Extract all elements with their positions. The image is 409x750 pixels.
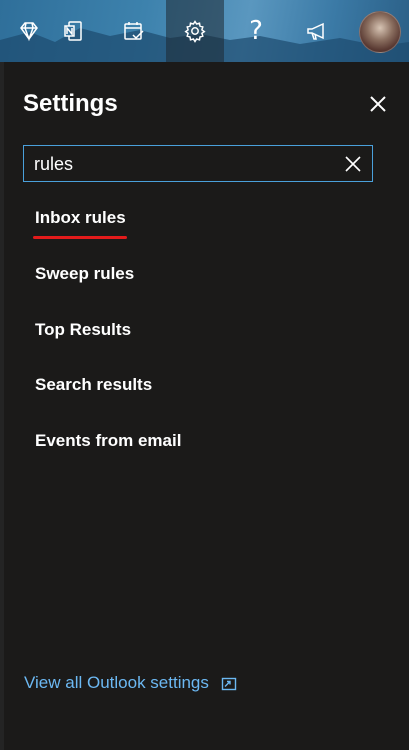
settings-title: Settings [23,90,118,117]
result-label: Inbox rules [35,208,126,227]
result-sweep-rules[interactable]: Sweep rules [35,264,134,284]
megaphone-icon [307,22,324,40]
result-top-results[interactable]: Top Results [35,320,131,340]
settings-search-input[interactable] [34,152,334,176]
result-label: Top Results [35,320,132,339]
help-icon: ? [249,16,263,46]
result-label: Events from email [35,431,182,450]
settings-button[interactable] [166,0,224,62]
diamond-icon [20,22,38,42]
avatar[interactable] [359,11,401,53]
settings-search-box [23,145,373,182]
result-search-results[interactable]: Search results [35,375,152,395]
top-bar: ? [0,0,409,62]
red-underline-annotation [33,236,127,239]
result-label: Sweep rules [35,264,135,283]
calendar-check-icon [124,22,144,40]
result-inbox-rules[interactable]: Inbox rules [33,208,127,239]
gear-icon [184,20,206,43]
onenote-button[interactable] [44,0,102,62]
whats-new-button[interactable] [288,0,346,62]
help-button[interactable]: ? [227,0,285,62]
settings-panel: Settings Inbox rules Sweep rules Top Res… [4,62,409,750]
view-all-settings-label: View all Outlook settings [24,673,209,692]
close-icon[interactable] [366,92,390,116]
clear-search-icon[interactable] [344,155,362,173]
onenote-icon [64,21,82,41]
my-day-button[interactable] [105,0,163,62]
popout-icon [221,677,237,690]
result-label: Search results [35,375,153,394]
result-events-from-email[interactable]: Events from email [35,431,181,451]
view-all-settings-link[interactable]: View all Outlook settings [24,673,238,693]
